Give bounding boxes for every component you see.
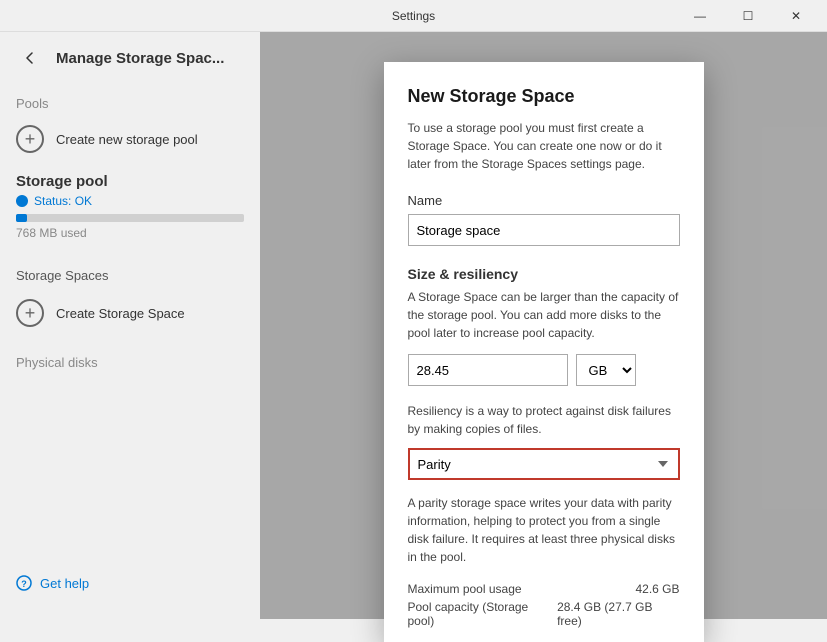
- svg-text:?: ?: [21, 579, 27, 589]
- close-button[interactable]: ✕: [773, 0, 819, 32]
- resiliency-select[interactable]: None Simple (no resiliency) Two-way mirr…: [408, 448, 680, 480]
- add-space-icon: +: [16, 299, 44, 327]
- pool-capacity-label: Pool capacity (Storage pool): [408, 600, 558, 628]
- storage-pool-title: Storage pool: [16, 173, 244, 190]
- size-input[interactable]: [408, 354, 568, 386]
- create-pool-label: Create new storage pool: [56, 132, 198, 147]
- resiliency-desc: Resiliency is a way to protect against d…: [408, 402, 680, 438]
- physical-disks-label: Physical disks: [0, 335, 260, 376]
- max-pool-row: Maximum pool usage 42.6 GB: [408, 582, 680, 596]
- storage-used-label: 768 MB used: [16, 226, 244, 240]
- storage-bar-fill: [16, 214, 27, 222]
- max-pool-value: 42.6 GB: [635, 582, 679, 596]
- pool-capacity-row: Pool capacity (Storage pool) 28.4 GB (27…: [408, 600, 680, 628]
- main-content: New Storage Space To use a storage pool …: [260, 32, 827, 619]
- create-space-label: Create Storage Space: [56, 306, 185, 321]
- minimize-button[interactable]: —: [677, 0, 723, 32]
- name-input[interactable]: [408, 214, 680, 246]
- app-container: Manage Storage Spac... Pools + Create ne…: [0, 32, 827, 619]
- pools-section-label: Pools: [0, 84, 260, 117]
- storage-bar-container: [16, 214, 244, 222]
- sidebar-bottom: ? Get help: [0, 567, 105, 599]
- page-title: Manage Storage Spac...: [56, 50, 224, 67]
- get-help-item[interactable]: ? Get help: [16, 575, 89, 591]
- get-help-label: Get help: [40, 576, 89, 591]
- status-label: Status: OK: [34, 194, 92, 208]
- storage-pool-section: Storage pool Status: OK 768 MB used: [0, 161, 260, 260]
- dialog-title: New Storage Space: [408, 86, 680, 107]
- sidebar: Manage Storage Spac... Pools + Create ne…: [0, 32, 260, 619]
- back-button[interactable]: [16, 44, 44, 72]
- max-pool-label: Maximum pool usage: [408, 582, 522, 596]
- dialog-description: To use a storage pool you must first cre…: [408, 119, 680, 173]
- storage-spaces-label: Storage Spaces: [0, 260, 260, 291]
- add-pool-icon: +: [16, 125, 44, 153]
- name-label: Name: [408, 193, 680, 208]
- help-icon: ?: [16, 575, 32, 591]
- new-storage-space-dialog: New Storage Space To use a storage pool …: [384, 62, 704, 642]
- titlebar: Settings — ☐ ✕: [0, 0, 827, 32]
- status-dot: [16, 195, 28, 207]
- maximize-button[interactable]: ☐: [725, 0, 771, 32]
- pool-capacity-value: 28.4 GB (27.7 GB free): [557, 600, 679, 628]
- resiliency-detail: A parity storage space writes your data …: [408, 494, 680, 566]
- size-section-title: Size & resiliency: [408, 266, 680, 282]
- titlebar-title: Settings: [392, 9, 435, 23]
- unit-select[interactable]: MB GB TB: [576, 354, 636, 386]
- status-ok: Status: OK: [16, 194, 244, 208]
- size-section-desc: A Storage Space can be larger than the c…: [408, 288, 680, 342]
- create-pool-item[interactable]: + Create new storage pool: [0, 117, 260, 161]
- titlebar-controls: — ☐ ✕: [677, 0, 819, 32]
- create-space-item[interactable]: + Create Storage Space: [0, 291, 260, 335]
- sidebar-header: Manage Storage Spac...: [0, 32, 260, 84]
- size-row: MB GB TB: [408, 354, 680, 386]
